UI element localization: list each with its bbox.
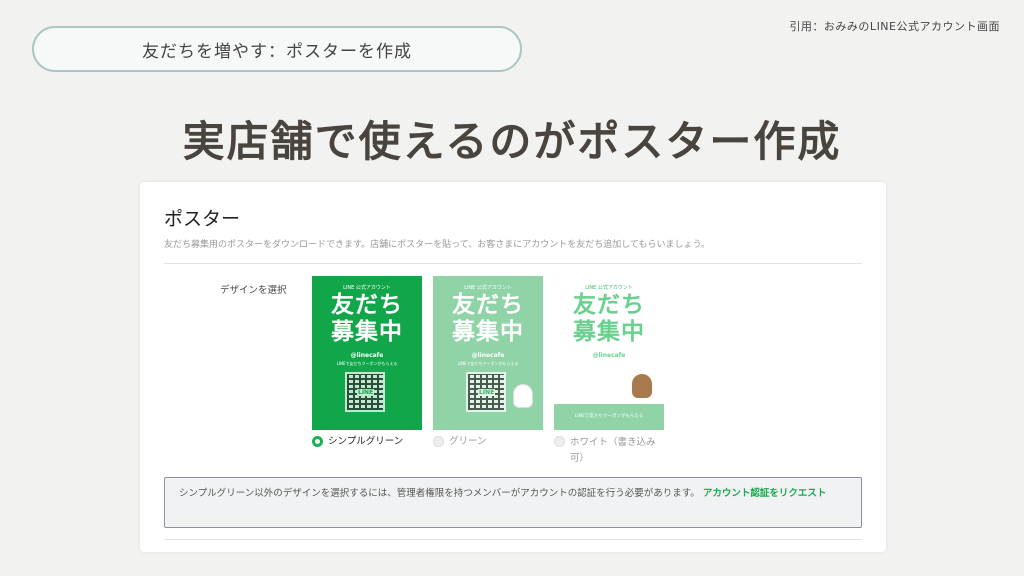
- design-option-green[interactable]: グリーン: [433, 435, 487, 448]
- cony-character-icon: [513, 384, 533, 408]
- request-verification-link[interactable]: アカウント認証をリクエスト: [703, 488, 827, 499]
- design-select-label: デザインを選択: [220, 285, 287, 296]
- design-option-simple-green[interactable]: シンプルグリーン: [312, 435, 403, 448]
- poster-small-label: LINE 公式アカウント: [343, 285, 391, 291]
- poster-panel: ポスター 友だち募集用のポスターをダウンロードできます。店舗にポスターを貼って、…: [140, 182, 886, 552]
- poster-headline-line2: 募集中: [331, 319, 403, 345]
- poster-headline-line1: 友だち: [331, 292, 403, 318]
- qr-code-icon: LINE: [345, 372, 385, 412]
- design-option-label: ホワイト（書き込み可）: [570, 437, 656, 464]
- poster-thumbnail-white[interactable]: LINE 公式アカウント 友だち 募集中 @linecafe LINEで友だちク…: [554, 276, 664, 430]
- design-option-label: シンプルグリーン: [328, 436, 404, 447]
- poster-band-text: LINEで友だちクーポンがもらえる: [574, 414, 644, 419]
- divider: [164, 263, 862, 264]
- radio-selected-icon[interactable]: [312, 436, 323, 447]
- poster-headline-line2: 募集中: [452, 319, 524, 345]
- notice-text: シンプルグリーン以外のデザインを選択するには、管理者権限を持つメンバーがアカウン…: [179, 488, 700, 499]
- poster-headline-line2: 募集中: [573, 319, 645, 345]
- source-note: 引用：おみみのLINE公式アカウント画面: [789, 20, 1000, 33]
- poster-headline-line1: 友だち: [573, 292, 645, 318]
- radio-disabled-icon[interactable]: [433, 436, 444, 447]
- radio-disabled-icon[interactable]: [554, 436, 565, 447]
- poster-small-label: LINE 公式アカウント: [464, 285, 512, 291]
- verification-notice: シンプルグリーン以外のデザインを選択するには、管理者権限を持つメンバーがアカウン…: [164, 477, 862, 528]
- page-headline: 実店舗で使えるのがポスター作成: [182, 117, 842, 166]
- poster-thumbnail-green[interactable]: LINE 公式アカウント 友だち 募集中 @linecafe LINEで友だちク…: [433, 276, 543, 430]
- topic-pill-label: 友だちを増やす：ポスターを作成: [142, 41, 412, 62]
- poster-subtext: LINEで友だちクーポンがもらえる: [336, 361, 398, 366]
- divider: [164, 539, 862, 540]
- poster-thumbnail-simple-green[interactable]: LINE 公式アカウント 友だち 募集中 @linecafe LINEで友だちク…: [312, 276, 422, 430]
- design-option-white[interactable]: ホワイト（書き込み可）: [554, 435, 666, 467]
- poster-account-id: @linecafe: [592, 352, 626, 359]
- qr-line-label: LINE: [357, 389, 375, 396]
- design-option-label: グリーン: [449, 436, 487, 447]
- brown-bear-character-icon: [632, 374, 652, 398]
- topic-pill: 友だちを増やす：ポスターを作成: [32, 26, 522, 72]
- panel-description: 友だち募集用のポスターをダウンロードできます。店舗にポスターを貼って、お客さまに…: [164, 240, 710, 250]
- poster-account-id: @linecafe: [350, 352, 384, 359]
- qr-code-icon: LINE: [466, 372, 506, 412]
- qr-line-label: LINE: [478, 389, 496, 396]
- poster-headline-line1: 友だち: [452, 292, 524, 318]
- poster-footer-band: LINEで友だちクーポンがもらえる: [554, 404, 664, 430]
- poster-subtext: LINEで友だちクーポンがもらえる: [457, 361, 519, 366]
- poster-small-label: LINE 公式アカウント: [585, 285, 633, 291]
- panel-title: ポスター: [164, 208, 241, 230]
- poster-account-id: @linecafe: [471, 352, 505, 359]
